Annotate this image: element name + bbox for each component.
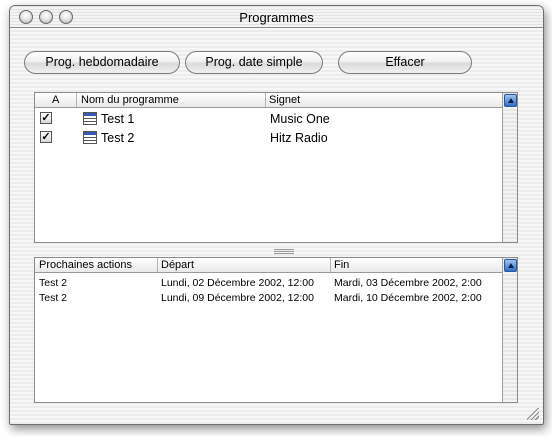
actions-table-header: Prochaines actions Départ Fin — [35, 258, 502, 273]
action-end: Mardi, 03 Décembre 2002, 2:00 — [334, 277, 482, 289]
column-separator — [265, 93, 266, 107]
table-row[interactable]: Test 2 Lundi, 09 Décembre 2002, 12:00 Ma… — [35, 290, 502, 305]
action-start: Lundi, 02 Décembre 2002, 12:00 — [161, 277, 314, 289]
table-row[interactable]: ✓ Test 1 Music One — [35, 110, 502, 129]
calendar-icon — [83, 131, 97, 144]
resize-grip-icon[interactable] — [527, 408, 539, 420]
program-bookmark: Music One — [270, 112, 330, 126]
column-next-actions[interactable]: Prochaines actions — [39, 259, 132, 271]
actions-scrollbar[interactable] — [502, 258, 517, 402]
programmes-window: Programmes Prog. hebdomadaire Prog. date… — [9, 5, 544, 425]
active-checkbox[interactable]: ✓ — [40, 112, 52, 124]
action-end: Mardi, 10 Décembre 2002, 2:00 — [334, 292, 482, 304]
action-name: Test 2 — [39, 292, 68, 304]
programs-table: A Nom du programme Signet ✓ Test 1 Music… — [34, 92, 518, 243]
split-handle[interactable] — [274, 249, 294, 254]
program-name: Test 2 — [101, 131, 135, 145]
programs-table-header: A Nom du programme Signet — [35, 93, 502, 108]
upcoming-actions-table: Prochaines actions Départ Fin Test 2 Lun… — [34, 257, 518, 403]
weekly-schedule-button[interactable]: Prog. hebdomadaire — [24, 51, 180, 74]
sort-arrow-icon[interactable] — [504, 259, 517, 272]
column-separator — [157, 258, 158, 272]
column-start[interactable]: Départ — [161, 259, 194, 271]
column-end[interactable]: Fin — [334, 259, 349, 271]
program-bookmark: Hitz Radio — [270, 131, 328, 145]
column-separator — [76, 93, 77, 107]
table-row[interactable]: ✓ Test 2 Hitz Radio — [35, 129, 502, 148]
programs-scrollbar[interactable] — [502, 93, 517, 242]
column-program-name[interactable]: Nom du programme — [81, 94, 179, 106]
single-date-schedule-button[interactable]: Prog. date simple — [185, 51, 323, 74]
active-checkbox[interactable]: ✓ — [40, 131, 52, 143]
column-bookmark[interactable]: Signet — [269, 94, 300, 106]
window-title: Programmes — [239, 10, 314, 25]
calendar-icon — [83, 112, 97, 125]
clear-button[interactable]: Effacer — [338, 51, 472, 74]
action-name: Test 2 — [39, 277, 68, 289]
table-row[interactable]: Test 2 Lundi, 02 Décembre 2002, 12:00 Ma… — [35, 275, 502, 290]
column-separator — [330, 258, 331, 272]
program-name: Test 1 — [101, 112, 135, 126]
sort-arrow-icon[interactable] — [504, 94, 517, 107]
title-bar[interactable]: Programmes — [10, 6, 543, 28]
action-start: Lundi, 09 Décembre 2002, 12:00 — [161, 292, 314, 304]
column-active[interactable]: A — [52, 94, 59, 106]
